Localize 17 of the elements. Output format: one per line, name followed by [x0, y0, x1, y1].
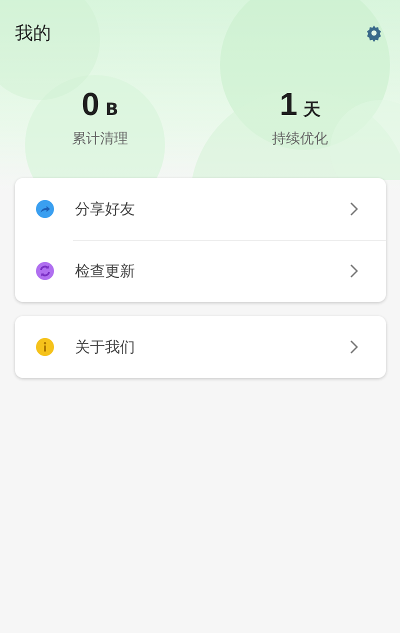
- stat-unit: 天: [303, 99, 320, 121]
- stat-value: 1: [280, 86, 298, 122]
- refresh-icon: [35, 261, 55, 281]
- chevron-icon: [350, 202, 358, 216]
- stat-unit: B: [105, 100, 118, 120]
- menu-item[interactable]: 关于我们: [15, 316, 386, 378]
- stat-label: 累计清理: [72, 130, 128, 148]
- page-title: 我的: [15, 22, 51, 45]
- menu-item[interactable]: 检查更新: [15, 240, 386, 302]
- stat-label: 持续优化: [272, 130, 328, 148]
- chevron-icon: [350, 264, 358, 278]
- chevron-icon: [350, 340, 358, 354]
- stat-value: 0: [82, 86, 100, 122]
- share-icon: [35, 199, 55, 219]
- settings-icon[interactable]: [365, 24, 383, 42]
- info-icon: [35, 337, 55, 357]
- menu-item[interactable]: 分享好友: [15, 178, 386, 240]
